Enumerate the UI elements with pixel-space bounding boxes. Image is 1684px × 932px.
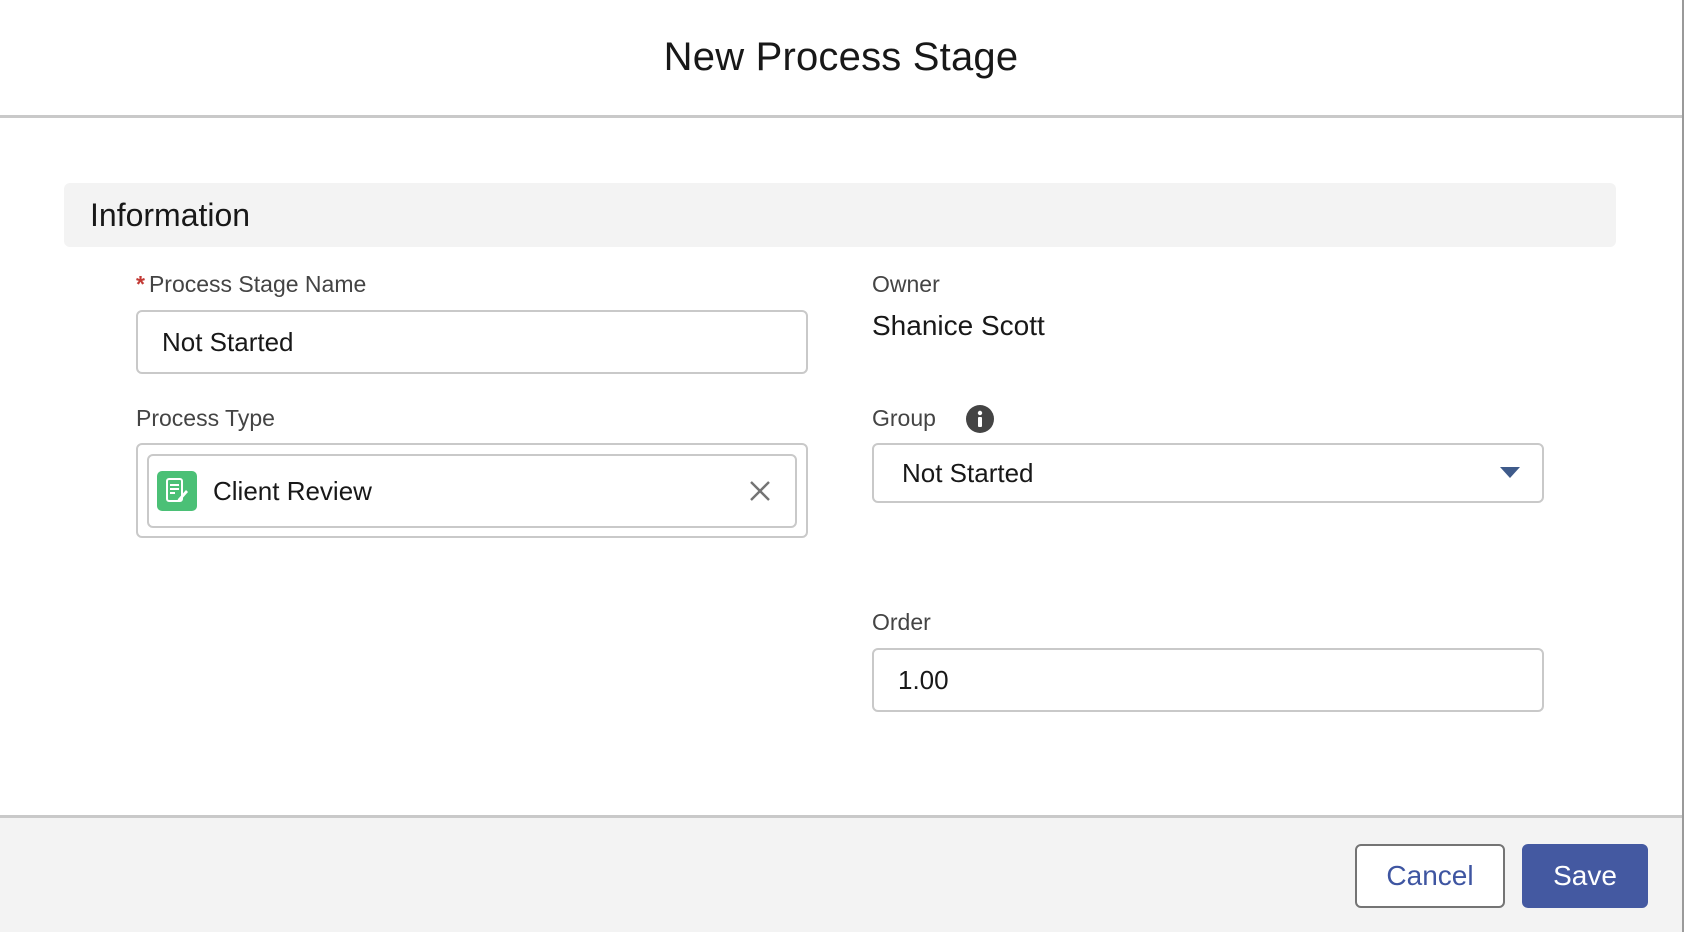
modal-title: New Process Stage	[663, 35, 1019, 79]
owner-label: Owner	[872, 271, 940, 297]
process-type-lookup[interactable]: Client Review	[136, 443, 808, 538]
document-edit-icon	[157, 471, 197, 511]
clear-selection-icon[interactable]	[743, 474, 777, 508]
new-process-stage-modal: New Process Stage Information * Process S…	[0, 0, 1684, 932]
process-stage-name-label-text: Process Stage Name	[148, 271, 367, 297]
section-title: Information	[90, 196, 251, 233]
order-value: 1.00	[898, 664, 949, 695]
process-stage-name-label: * Process Stage Name	[136, 271, 366, 298]
group-select[interactable]: Not Started	[872, 443, 1544, 503]
information-section-header[interactable]: Information	[64, 183, 1616, 247]
process-type-selected-pill[interactable]: Client Review	[147, 454, 797, 528]
process-stage-name-input[interactable]: Not Started	[136, 310, 808, 374]
process-type-value: Client Review	[213, 475, 372, 506]
process-type-label: Process Type	[136, 405, 275, 431]
cancel-button[interactable]: Cancel	[1355, 844, 1505, 908]
modal-header: New Process Stage	[0, 0, 1682, 118]
save-button[interactable]: Save	[1522, 844, 1648, 908]
group-selected-value: Not Started	[902, 457, 1034, 488]
process-stage-name-value: Not Started	[162, 326, 294, 357]
owner-value: Shanice Scott	[872, 310, 1045, 341]
group-label: Group	[872, 405, 936, 431]
info-icon[interactable]	[966, 405, 994, 433]
order-label: Order	[872, 609, 931, 635]
order-input[interactable]: 1.00	[872, 648, 1544, 712]
required-marker: *	[136, 271, 145, 297]
chevron-down-icon	[1500, 467, 1520, 478]
